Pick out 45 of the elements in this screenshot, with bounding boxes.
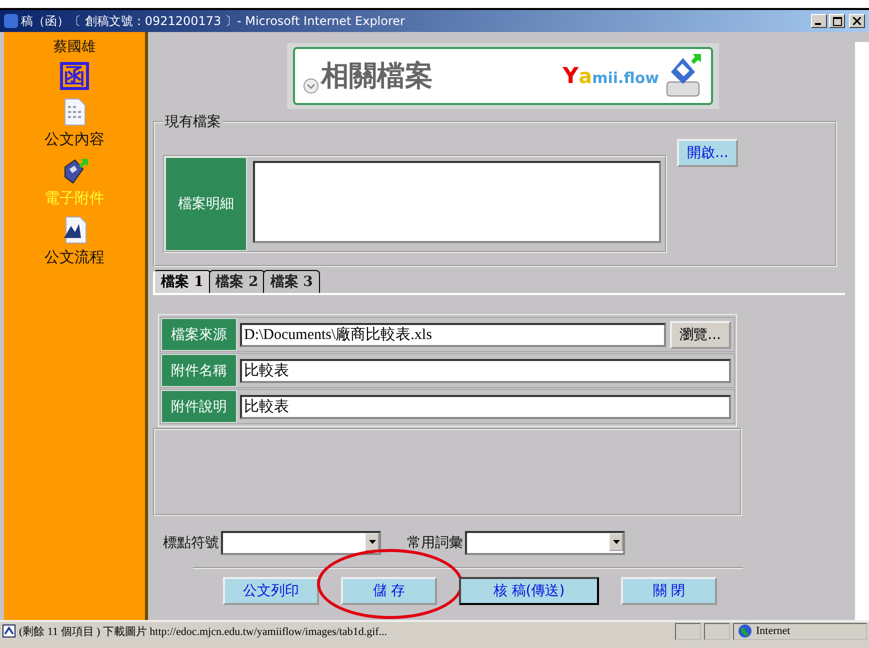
logo-text: Yamii.flow xyxy=(562,64,659,88)
dropdown-label: 常用詞彙 xyxy=(407,534,463,552)
dropdown-arrow-icon[interactable] xyxy=(368,540,376,544)
user-name: 蔡國雄 xyxy=(54,38,96,56)
action-button[interactable]: 關 閉 xyxy=(621,577,717,605)
field-label: 附件名稱 xyxy=(161,354,237,387)
sidebar-item[interactable]: 公文內容 xyxy=(14,130,134,149)
dropdown[interactable] xyxy=(221,531,381,555)
field-label: 檔案來源 xyxy=(161,318,237,351)
browse-button[interactable]: 瀏覽... xyxy=(670,320,731,348)
close-button[interactable] xyxy=(849,14,865,28)
action-button[interactable]: 公文列印 xyxy=(223,577,319,605)
tab[interactable]: 檔案 3 xyxy=(263,270,320,293)
close-icon xyxy=(853,17,861,25)
action-button[interactable]: 儲 存 xyxy=(341,577,437,605)
browser-icon xyxy=(4,14,18,28)
input-field[interactable]: 比較表 xyxy=(240,394,731,418)
globe-icon xyxy=(738,624,752,638)
tab[interactable]: 檔案 2 xyxy=(208,270,266,293)
sidebar-item[interactable]: 公文流程 xyxy=(14,248,134,267)
document-chart-icon[interactable] xyxy=(62,216,86,244)
document-icon[interactable] xyxy=(64,98,86,126)
status-text: (剩餘 11 個項目 ) 下載圖片 http://edoc.mjcn.edu.tw/yamiiflow/images/tab1d.gif... xyxy=(19,624,388,638)
dropdown-arrow-icon[interactable] xyxy=(612,540,620,544)
action-button[interactable]: 核 稿(傳送) xyxy=(459,577,599,605)
window-title: 稿（函）〔 創稿文號：0921200173 〕- Microsoft Internet Explorer xyxy=(21,12,406,30)
maximize-button[interactable] xyxy=(829,14,845,28)
zone-text: Internet xyxy=(756,625,790,637)
input-field[interactable]: D:\Documents\廠商比較表.xls xyxy=(240,322,666,346)
dropdown-label: 標點符號 xyxy=(163,534,219,552)
group-legend: 現有檔案 xyxy=(163,113,223,131)
status-pane xyxy=(704,622,730,640)
maximize-icon xyxy=(832,16,842,26)
field-label: 檔案明細 xyxy=(165,157,247,251)
input-field[interactable]: 比較表 xyxy=(240,358,731,382)
banner-title: 相關檔案 xyxy=(321,58,434,94)
field-label: 附件說明 xyxy=(161,390,237,423)
open-button[interactable]: 開啟... xyxy=(677,139,738,167)
minimize-button[interactable] xyxy=(811,14,827,28)
tab[interactable]: 檔案 1 xyxy=(153,270,211,293)
letter-badge: 函 xyxy=(60,62,89,90)
down-circle-icon xyxy=(303,78,319,94)
status-pane xyxy=(675,622,701,640)
dropdown[interactable] xyxy=(465,531,625,555)
file-detail-field[interactable] xyxy=(253,161,661,243)
